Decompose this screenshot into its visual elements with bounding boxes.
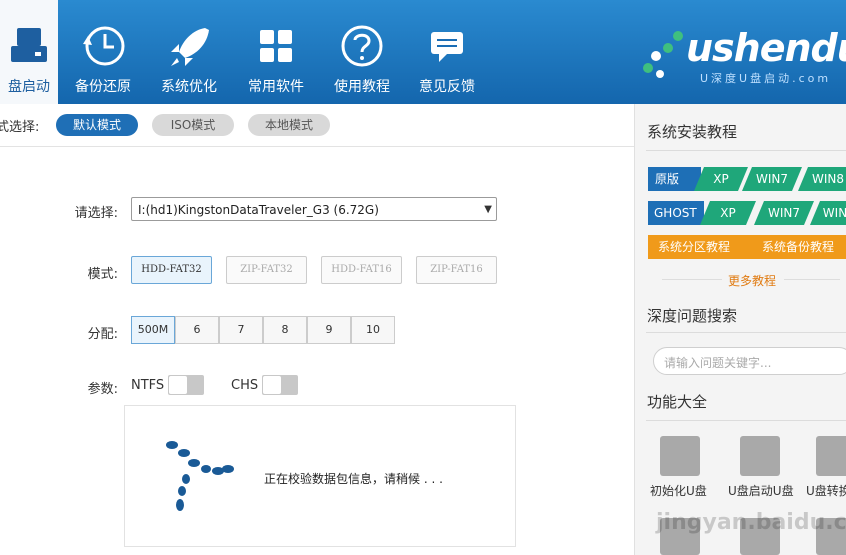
partition-option[interactable]: 9 bbox=[307, 316, 351, 344]
partition-label: 分配: bbox=[87, 327, 118, 342]
usb-boot-icon[interactable] bbox=[740, 436, 780, 476]
grid-apps-icon bbox=[260, 30, 292, 62]
logo-text: ushendu bbox=[686, 26, 846, 70]
nav-system-optimize[interactable]: 系统优化 bbox=[156, 0, 222, 104]
ntfs-toggle[interactable] bbox=[168, 375, 204, 395]
format-label: 模式: bbox=[87, 267, 118, 282]
status-message: 正在校验数据包信息，请稍候 . . . bbox=[264, 472, 443, 486]
help-circle-icon bbox=[341, 25, 383, 67]
partition-option[interactable]: 7 bbox=[219, 316, 263, 344]
mode-iso-button[interactable]: ISO模式 bbox=[152, 114, 234, 136]
nav-label: 盘启动 bbox=[8, 79, 50, 95]
nav-label: 备份还原 bbox=[75, 79, 131, 95]
mode-bar: 式选择: 默认模式 ISO模式 本地模式 bbox=[0, 104, 634, 147]
tool-label: U盘转换 bbox=[806, 484, 846, 498]
nav-label: 常用软件 bbox=[248, 79, 304, 95]
nav-label: 系统优化 bbox=[161, 79, 217, 95]
more-tutorials-link[interactable]: 更多教程 bbox=[728, 272, 776, 289]
tag-backup-tutorial[interactable]: 系统备份教程 bbox=[752, 235, 846, 259]
loading-spinner-icon bbox=[166, 441, 234, 511]
toggle-knob bbox=[263, 376, 281, 394]
toggle-knob bbox=[169, 376, 187, 394]
nav-usb-boot[interactable]: 盘启动 bbox=[0, 0, 58, 104]
tool-label: 初始化U盘 bbox=[650, 484, 707, 498]
mode-default-button[interactable]: 默认模式 bbox=[56, 114, 138, 136]
rocket-icon bbox=[171, 28, 209, 66]
nav-common-software[interactable]: 常用软件 bbox=[243, 0, 309, 104]
params-label: 参数: bbox=[87, 382, 118, 397]
partition-option[interactable]: 10 bbox=[351, 316, 395, 344]
init-usb-icon[interactable] bbox=[660, 436, 700, 476]
divider bbox=[784, 279, 840, 280]
nav-label: 使用教程 bbox=[334, 79, 390, 95]
divider bbox=[646, 150, 846, 151]
format-hdd-fat16[interactable]: HDD-FAT16 bbox=[321, 256, 402, 284]
divider bbox=[662, 279, 722, 280]
nav-feedback[interactable]: 意见反馈 bbox=[414, 0, 480, 104]
search-heading: 深度问题搜索 bbox=[647, 307, 738, 325]
logo-mark-icon bbox=[643, 31, 683, 78]
watermark: jingyan.baidu.com bbox=[656, 510, 846, 535]
tag-ghost-win7[interactable]: WIN7 bbox=[754, 201, 814, 225]
history-clock-icon bbox=[83, 26, 125, 66]
device-select-label: 请选择: bbox=[74, 206, 118, 221]
chs-label: CHS bbox=[231, 378, 259, 393]
usb-drive-icon bbox=[11, 28, 47, 62]
tag-ghost[interactable]: GHOST bbox=[648, 201, 704, 225]
partition-option[interactable]: 500M bbox=[131, 316, 175, 344]
nav-label: 意见反馈 bbox=[419, 79, 475, 95]
logo-subtitle: U深度U盘启动.com bbox=[700, 72, 832, 85]
device-select-value: I:(hd1)KingstonDataTraveler_G3 (6.72G) bbox=[138, 203, 379, 217]
tag-original[interactable]: 原版 bbox=[648, 167, 701, 191]
nav-backup-restore[interactable]: 备份还原 bbox=[70, 0, 136, 104]
brand-logo: ushendu U深度U盘启动.com bbox=[630, 18, 846, 90]
tutorial-heading: 系统安装教程 bbox=[647, 123, 738, 141]
partition-option[interactable]: 8 bbox=[263, 316, 307, 344]
format-zip-fat32[interactable]: ZIP-FAT32 bbox=[226, 256, 307, 284]
tag-partition-tutorial[interactable]: 系统分区教程 bbox=[648, 235, 754, 259]
tag-win7[interactable]: WIN7 bbox=[742, 167, 802, 191]
mode-local-button[interactable]: 本地模式 bbox=[248, 114, 330, 136]
tool-label: U盘启动U盘 bbox=[728, 484, 794, 498]
format-zip-fat16[interactable]: ZIP-FAT16 bbox=[416, 256, 497, 284]
divider bbox=[646, 332, 846, 333]
search-placeholder: 请输入问题关键字... bbox=[664, 356, 772, 370]
mode-label: 式选择: bbox=[0, 120, 40, 135]
divider bbox=[646, 420, 846, 421]
question-search-input[interactable]: 请输入问题关键字... bbox=[653, 347, 846, 375]
tools-heading: 功能大全 bbox=[647, 393, 708, 411]
device-select[interactable]: I:(hd1)KingstonDataTraveler_G3 (6.72G) ▼ bbox=[131, 197, 497, 221]
usb-convert-icon[interactable] bbox=[816, 436, 846, 476]
chat-bubble-icon bbox=[431, 32, 463, 62]
partition-option[interactable]: 6 bbox=[175, 316, 219, 344]
top-header: 盘启动 备份还原 系统优化 常用软件 使用教程 意见反馈 ushendu U深度… bbox=[0, 0, 846, 104]
ntfs-label: NTFS bbox=[131, 378, 165, 393]
chs-toggle[interactable] bbox=[262, 375, 298, 395]
nav-tutorial[interactable]: 使用教程 bbox=[329, 0, 395, 104]
chevron-down-icon: ▼ bbox=[484, 204, 492, 215]
format-hdd-fat32[interactable]: HDD-FAT32 bbox=[131, 256, 212, 284]
